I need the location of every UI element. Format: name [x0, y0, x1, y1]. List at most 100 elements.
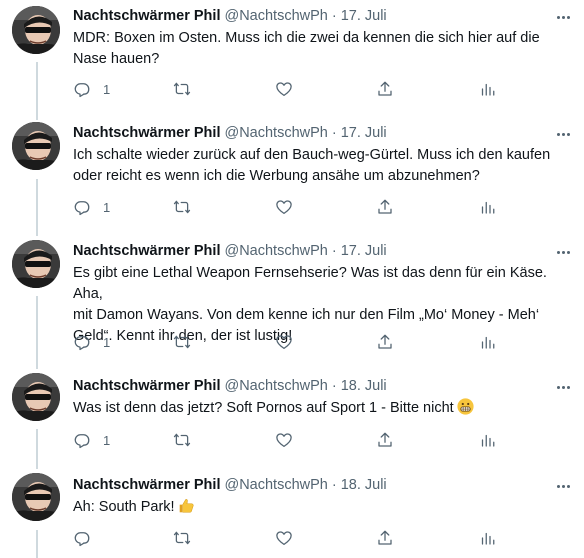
- analytics-button[interactable]: [478, 527, 496, 549]
- retweet-icon: [173, 529, 191, 547]
- reply-icon: [73, 333, 91, 351]
- share-icon: [376, 431, 394, 449]
- tweet-text: MDR: Boxen im Osten. Muss ich die zwei d…: [73, 28, 573, 70]
- tweet-text-line: mit Damon Wayans. Von dem kenne ich nur …: [73, 307, 540, 323]
- tweet[interactable]: Nachtschwärmer Phil @NachtschwPh · 18. Juli…: [0, 370, 584, 470]
- analytics-button[interactable]: [478, 331, 496, 353]
- reply-button[interactable]: 1: [73, 331, 110, 353]
- share-button[interactable]: [376, 331, 394, 353]
- avatar-image: [12, 240, 60, 288]
- avatar[interactable]: [12, 240, 60, 288]
- avatar[interactable]: [12, 122, 60, 170]
- share-button[interactable]: [376, 527, 394, 549]
- tweet-text-line: Ah: South Park!: [73, 497, 573, 518]
- reply-icon: [73, 431, 91, 449]
- tweet-date[interactable]: 17. Juli: [341, 243, 387, 259]
- reply-count: 1: [103, 432, 111, 448]
- tweet-text-line: Nase hauen?: [73, 51, 160, 67]
- reply-count: 1: [103, 334, 111, 350]
- tweet-text: Ich schalte wieder zurück auf den Bauch-…: [73, 145, 573, 187]
- like-button[interactable]: [275, 527, 293, 549]
- tweet[interactable]: Nachtschwärmer Phil @NachtschwPh · 17. Juli…: [0, 0, 584, 118]
- reply-button[interactable]: [73, 527, 103, 549]
- like-button[interactable]: [275, 78, 293, 100]
- reply-button[interactable]: 1: [73, 429, 110, 451]
- like-button[interactable]: [275, 196, 293, 218]
- reply-button[interactable]: 1: [73, 196, 110, 218]
- tweet[interactable]: Nachtschwärmer Phil @NachtschwPh · 17. Juli…: [0, 236, 584, 370]
- tweet-text-line: MDR: Boxen im Osten. Muss ich die zwei d…: [73, 30, 540, 46]
- tweet-date[interactable]: 18. Juli: [341, 477, 387, 493]
- more-icon[interactable]: [554, 477, 572, 495]
- author-name[interactable]: Nachtschwärmer Phil: [73, 477, 220, 493]
- tweet-actions: 1: [73, 429, 513, 451]
- heart-icon: [275, 80, 293, 98]
- more-icon[interactable]: [554, 378, 572, 396]
- reply-icon: [73, 529, 91, 547]
- tweet-header: Nachtschwärmer Phil @NachtschwPh · 17. Juli: [73, 6, 584, 26]
- tweet-date[interactable]: 17. Juli: [341, 8, 387, 24]
- analytics-icon: [478, 198, 496, 216]
- tweet-header: Nachtschwärmer Phil @NachtschwPh · 17. Juli: [73, 123, 584, 143]
- tweet-actions: 1: [73, 78, 513, 100]
- tweet[interactable]: Nachtschwärmer Phil @NachtschwPh · 18. Juli…: [0, 470, 584, 558]
- share-button[interactable]: [376, 196, 394, 218]
- tweet-date[interactable]: 17. Juli: [341, 125, 387, 141]
- tweet[interactable]: Nachtschwärmer Phil @NachtschwPh · 17. Juli…: [0, 118, 584, 236]
- analytics-icon: [478, 529, 496, 547]
- analytics-button[interactable]: [478, 196, 496, 218]
- share-button[interactable]: [376, 429, 394, 451]
- retweet-button[interactable]: [173, 78, 191, 100]
- separator-dot: ·: [331, 8, 337, 24]
- tweet-header: Nachtschwärmer Phil @NachtschwPh · 18. Juli: [73, 475, 584, 495]
- author-name[interactable]: Nachtschwärmer Phil: [73, 243, 220, 259]
- retweet-button[interactable]: [173, 429, 191, 451]
- reply-button[interactable]: 1: [73, 78, 110, 100]
- like-button[interactable]: [275, 331, 293, 353]
- share-icon: [376, 80, 394, 98]
- share-icon: [376, 333, 394, 351]
- author-handle[interactable]: @NachtschwPh: [224, 125, 327, 141]
- author-handle[interactable]: @NachtschwPh: [224, 477, 327, 493]
- heart-icon: [275, 431, 293, 449]
- author-handle[interactable]: @NachtschwPh: [224, 243, 327, 259]
- reply-icon: [73, 80, 91, 98]
- retweet-button[interactable]: [173, 331, 191, 353]
- analytics-button[interactable]: [478, 78, 496, 100]
- avatar[interactable]: [12, 473, 60, 521]
- tweet-text-line: Ich schalte wieder zurück auf den Bauch-…: [73, 147, 551, 163]
- tweet-text-line: oder reicht es wenn ich die Werbung ansä…: [73, 168, 480, 184]
- heart-icon: [275, 198, 293, 216]
- author-name[interactable]: Nachtschwärmer Phil: [73, 125, 220, 141]
- share-icon: [376, 529, 394, 547]
- retweet-button[interactable]: [173, 527, 191, 549]
- avatar[interactable]: [12, 373, 60, 421]
- author-name[interactable]: Nachtschwärmer Phil: [73, 8, 220, 24]
- tweet-date[interactable]: 18. Juli: [341, 378, 387, 394]
- tweet-header: Nachtschwärmer Phil @NachtschwPh · 18. Juli: [73, 376, 584, 396]
- avatar-image: [12, 473, 60, 521]
- retweet-icon: [173, 198, 191, 216]
- analytics-button[interactable]: [478, 429, 496, 451]
- author-name[interactable]: Nachtschwärmer Phil: [73, 378, 220, 394]
- share-icon: [376, 198, 394, 216]
- author-handle[interactable]: @NachtschwPh: [224, 378, 327, 394]
- tweet-text-span: Ah: South Park!: [73, 499, 175, 515]
- avatar-image: [12, 373, 60, 421]
- tweet-text-line: Es gibt eine Lethal Weapon Fernsehserie?…: [73, 265, 547, 302]
- heart-icon: [275, 333, 293, 351]
- avatar[interactable]: [12, 6, 60, 54]
- more-icon[interactable]: [554, 125, 572, 143]
- retweet-button[interactable]: [173, 196, 191, 218]
- heart-icon: [275, 529, 293, 547]
- more-icon[interactable]: [554, 8, 572, 26]
- more-icon[interactable]: [554, 243, 572, 261]
- share-button[interactable]: [376, 78, 394, 100]
- tweet-text-span: Was ist denn das jetzt? Soft Pornos auf …: [73, 400, 454, 416]
- author-handle[interactable]: @NachtschwPh: [224, 8, 327, 24]
- retweet-icon: [173, 333, 191, 351]
- thumbs-up-emoji: [178, 497, 195, 514]
- analytics-icon: [478, 80, 496, 98]
- like-button[interactable]: [275, 429, 293, 451]
- reply-icon: [73, 198, 91, 216]
